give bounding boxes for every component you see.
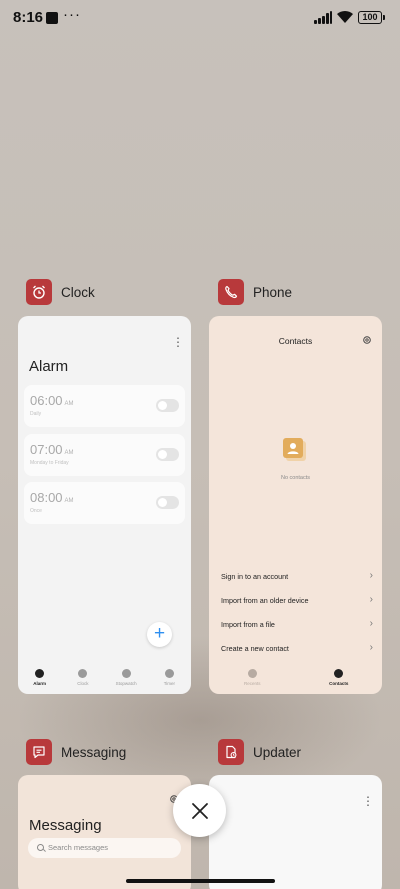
alarm-repeat: Monday to Friday [30,460,69,466]
alarm-repeat: Daily [30,411,42,417]
contact-card-icon [283,438,306,461]
alarm-toggle[interactable] [156,496,179,509]
alarm-time: 06:00 AM [30,393,74,408]
tab-alarm[interactable]: Alarm [20,666,60,694]
messaging-page-title: Messaging [29,817,102,834]
alarm-clock-icon [26,279,52,305]
chevron-right-icon: › [369,642,373,653]
chevron-right-icon: › [369,594,373,605]
tab-stopwatch[interactable]: Stopwatch [106,666,146,694]
alarm-repeat: Once [30,508,42,514]
signal-icon [314,11,332,24]
messaging-app-header[interactable]: Messaging [26,739,126,765]
clock-tab-icon [78,669,88,678]
clear-all-button[interactable] [173,784,226,837]
updater-icon [218,739,244,765]
add-alarm-button[interactable]: + [147,622,172,647]
timer-tab-icon [164,669,174,678]
tab-recents[interactable]: Recents [232,666,272,694]
status-time: 8:16 [13,9,44,26]
stopwatch-tab-icon [121,669,131,678]
updater-app-name: Updater [253,744,302,760]
alarm-item[interactable]: 06:00 AM Daily [24,385,185,427]
chevron-right-icon: › [369,570,373,581]
chevron-right-icon: › [369,618,373,629]
phone-icon [218,279,244,305]
clock-app-header[interactable]: Clock [26,279,95,305]
phone-bottom-nav: Recents Contacts [209,666,382,694]
alarm-tab-icon [35,669,45,678]
alarm-time: 08:00 AM [30,490,74,505]
alarm-item[interactable]: 07:00 AM Monday to Friday [24,434,185,476]
tab-clock[interactable]: Clock [63,666,103,694]
wifi-icon [337,10,353,23]
search-icon [37,844,44,851]
status-bar: 8:16 ··· 100 [0,0,400,36]
home-indicator[interactable] [126,879,275,883]
close-icon [191,802,208,819]
import-file-option[interactable]: Import from a file › [221,618,373,629]
alarm-page-title: Alarm [29,358,69,375]
phone-app-name: Phone [253,284,293,300]
notification-square-icon [46,12,58,24]
alarm-toggle[interactable] [156,448,179,461]
sign-in-account-option[interactable]: Sign in to an account › [221,570,373,581]
more-notifications-icon: ··· [63,6,81,23]
message-icon [26,739,52,765]
more-options-icon[interactable]: ⋮ [362,795,374,807]
messaging-app-name: Messaging [61,744,127,760]
clock-bottom-nav: Alarm Clock Stopwatch Timer [18,666,191,694]
alarm-time: 07:00 AM [30,442,74,457]
updater-app-card[interactable]: ⋮ [209,775,382,889]
phone-app-card[interactable]: Contacts No contacts Sign in to an accou… [209,316,382,694]
battery-icon: 100 [358,11,385,24]
updater-app-header[interactable]: Updater [218,739,301,765]
search-messages-input[interactable]: Search messages [28,838,181,858]
contacts-tab-icon [334,669,344,678]
clock-app-name: Clock [61,284,95,300]
contacts-page-title: Contacts [278,336,313,346]
messaging-app-card[interactable]: Messaging Search messages [18,775,191,889]
search-placeholder: Search messages [48,843,109,852]
alarm-toggle[interactable] [156,399,179,412]
recents-tab-icon [247,669,257,678]
tab-timer[interactable]: Timer [149,666,189,694]
phone-app-header[interactable]: Phone [218,279,292,305]
clock-app-card[interactable]: ⋮ Alarm 06:00 AM Daily 07:00 AM Monday to … [18,316,191,694]
create-contact-option[interactable]: Create a new contact › [221,642,373,653]
settings-gear-icon[interactable] [362,335,372,345]
more-options-icon[interactable]: ⋮ [172,336,184,348]
empty-state-text: No contacts [280,475,311,481]
alarm-item[interactable]: 08:00 AM Once [24,482,185,524]
tab-contacts[interactable]: Contacts [319,666,359,694]
import-older-device-option[interactable]: Import from an older device › [221,594,373,605]
